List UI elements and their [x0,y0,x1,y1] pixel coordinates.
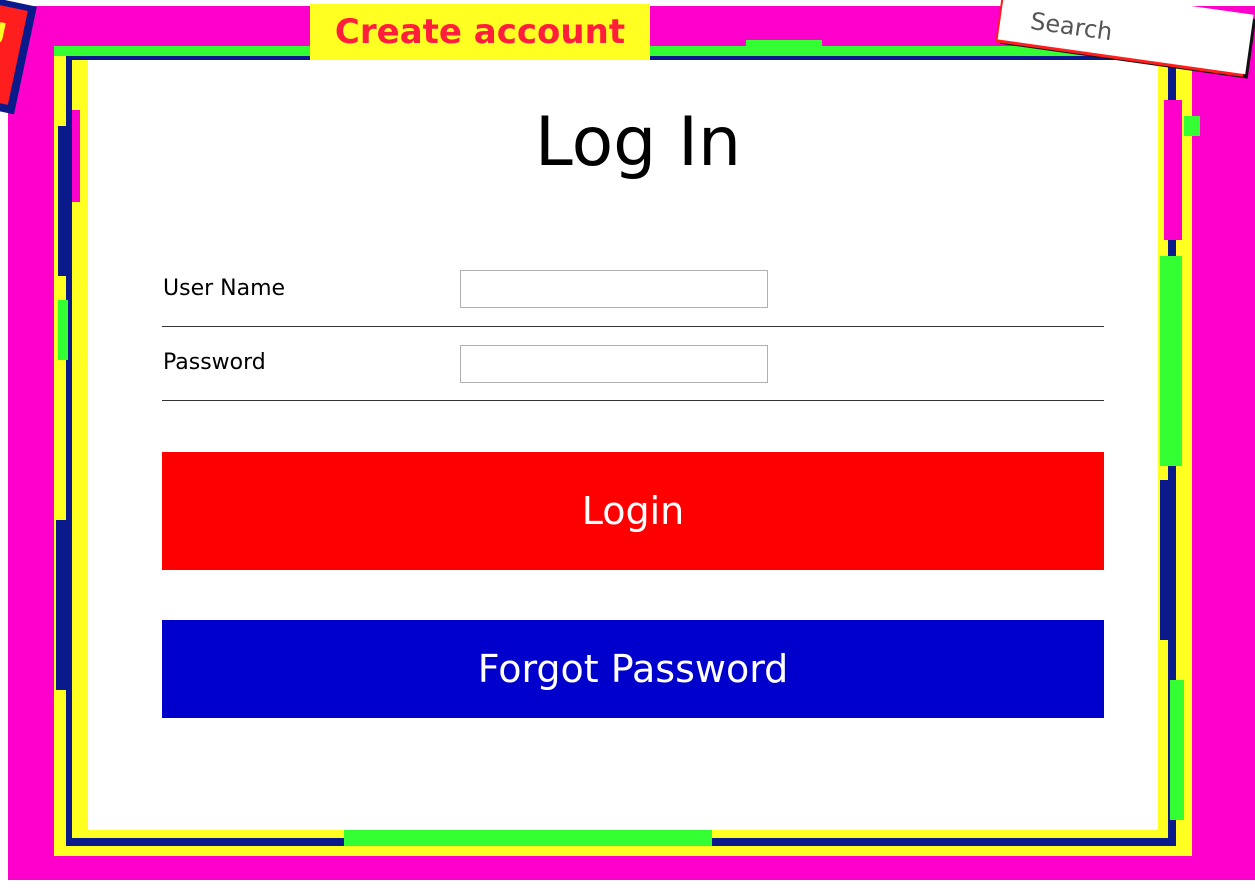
password-divider [162,400,1104,401]
frame-bar-right-green-lower [1170,680,1184,820]
password-label: Password [163,350,266,375]
username-label: User Name [163,276,286,301]
frame-bar-left-navy-lower [56,520,70,690]
password-input[interactable] [460,345,768,383]
frame-bar-right-green [1160,256,1182,466]
corner-logo-text: g [0,8,11,48]
frame-bar-bottom-green [344,830,712,846]
frame-bar-left-navy [58,126,70,276]
page-canvas: g Create account Log In User Name Passwo… [0,0,1255,888]
frame-bar-top-green-accent [746,40,822,52]
username-divider [162,326,1104,327]
frame-bar-right-navy [1160,480,1174,640]
frame-bar-left-green [58,300,68,360]
username-input[interactable] [460,270,768,308]
page-title: Log In [534,103,742,182]
login-button[interactable]: Login [162,452,1104,570]
forgot-password-button[interactable]: Forgot Password [162,620,1104,718]
frame-bar-left-magenta [72,110,80,202]
create-account-button[interactable]: Create account [310,4,650,60]
